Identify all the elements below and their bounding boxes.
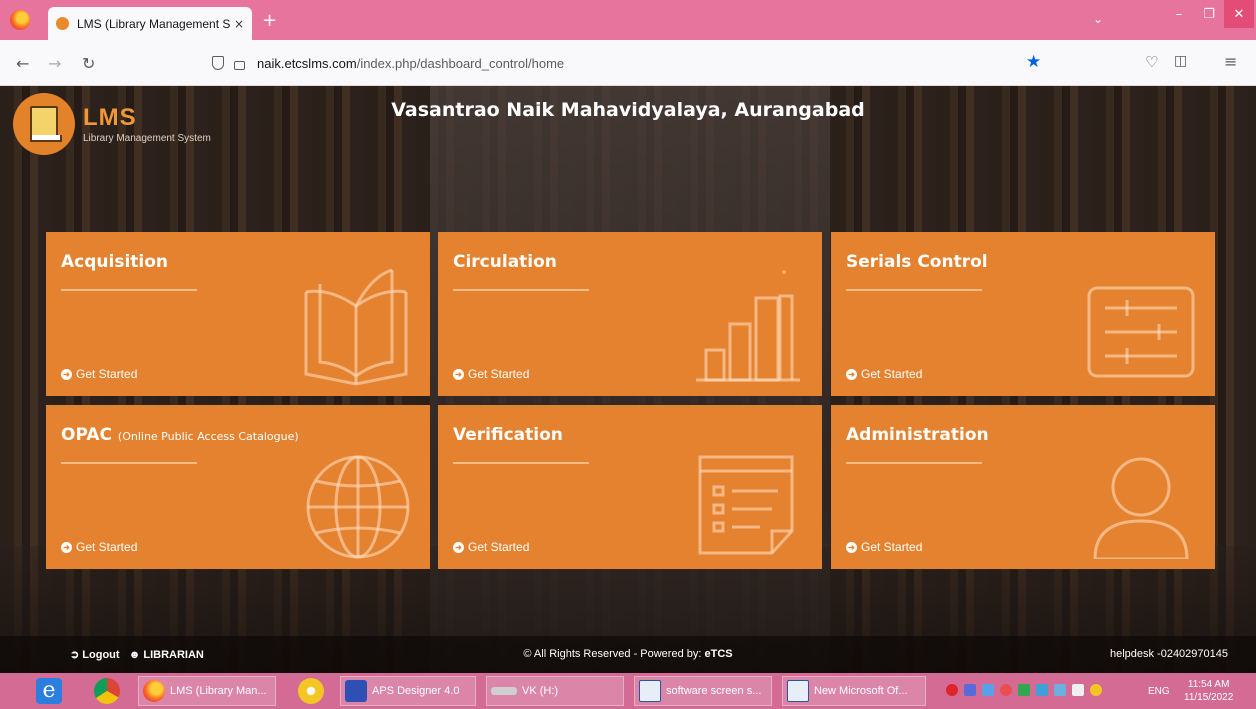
favicon-icon — [56, 17, 69, 30]
bar-chart-icon — [696, 270, 800, 382]
reload-icon[interactable]: ↻ — [82, 54, 95, 73]
clock-time: 11:54 AM — [1187, 679, 1230, 690]
tile-circulation[interactable]: Circulation ➜ Get Started — [438, 232, 822, 396]
get-started-link[interactable]: ➜ Get Started — [61, 540, 137, 554]
arrow-circle-icon: ➜ — [61, 541, 72, 553]
taskbar-drive[interactable]: VK (H:) — [486, 676, 624, 706]
list-tabs-icon[interactable]: ⌄ — [1093, 12, 1103, 26]
reader-view-icon[interactable]: ◫ — [1174, 53, 1187, 69]
get-started-link[interactable]: ➜ Get Started — [846, 367, 922, 381]
aps-designer-icon — [345, 680, 367, 702]
taskbar-word-doc-1[interactable]: software screen s... — [634, 676, 772, 706]
tile-title: Verification — [453, 425, 563, 445]
user-icon — [1093, 457, 1189, 559]
forward-icon[interactable]: → — [48, 54, 61, 73]
tray-volume-icon[interactable] — [1072, 684, 1084, 696]
windows-taskbar: e LMS (Library Man... APS Designer 4.0 V… — [0, 673, 1256, 709]
tile-title: Administration — [846, 425, 989, 445]
tray-user-icon[interactable] — [1090, 684, 1102, 696]
url-text: naik.etcslms.com/index.php/dashboard_con… — [257, 56, 564, 71]
tile-serials-control[interactable]: Serials Control ➜ Get Started — [831, 232, 1215, 396]
browser-tab-bar: LMS (Library Management Syst… × + ⌄ – ❐ … — [0, 0, 1256, 40]
checklist-icon — [698, 455, 794, 555]
open-book-icon — [304, 268, 408, 386]
helpdesk-text: helpdesk -02402970145 — [1109, 648, 1228, 660]
minimize-icon[interactable]: – — [1164, 0, 1194, 28]
tile-title: Circulation — [453, 252, 557, 272]
firefox-menu-icon[interactable] — [10, 10, 30, 30]
arrow-circle-icon: ➜ — [453, 368, 464, 380]
chrome-icon[interactable] — [94, 678, 120, 704]
url-path: /index.php/dashboard_control/home — [356, 55, 565, 71]
tracking-protection-icon[interactable] — [212, 56, 224, 70]
arrow-circle-icon: ➜ — [61, 368, 72, 380]
tab-title: LMS (Library Management Syst… — [77, 16, 230, 31]
taskbar-aps-designer[interactable]: APS Designer 4.0 — [340, 676, 476, 706]
get-started-link[interactable]: ➜ Get Started — [453, 540, 529, 554]
disc-icon[interactable] — [298, 678, 324, 704]
tray-display-icon[interactable] — [1054, 684, 1066, 696]
restore-icon[interactable]: ❐ — [1194, 0, 1224, 28]
drive-icon — [491, 687, 517, 695]
firefox-icon — [143, 680, 165, 702]
get-started-link[interactable]: ➜ Get Started — [846, 540, 922, 554]
tab-close-icon[interactable]: × — [234, 17, 244, 31]
college-name: Vasantrao Naik Mahavidyalaya, Aurangabad — [391, 99, 865, 121]
taskbar-word-doc-2[interactable]: New Microsoft Of... — [782, 676, 926, 706]
connection-lock-icon[interactable] — [234, 60, 245, 70]
get-started-link[interactable]: ➜ Get Started — [61, 367, 137, 381]
get-started-link[interactable]: ➜ Get Started — [453, 367, 529, 381]
clock-date: 11/15/2022 — [1184, 692, 1234, 703]
navigation-bar: ← → ↻ naik.etcslms.com/index.php/dashboa… — [0, 40, 1256, 86]
address-bar[interactable]: naik.etcslms.com/index.php/dashboard_con… — [212, 48, 1052, 78]
language-indicator[interactable]: ENG — [1148, 686, 1170, 697]
tray-app-icon[interactable] — [1000, 684, 1012, 696]
dashboard-page: LMS Library Management System Vasantrao … — [0, 86, 1256, 673]
word-icon — [787, 680, 809, 702]
tray-network-icon[interactable] — [982, 684, 994, 696]
taskbar-firefox-lms[interactable]: LMS (Library Man... — [138, 676, 276, 706]
pocket-icon[interactable]: ♡ — [1145, 53, 1158, 71]
tile-opac[interactable]: OPAC (Online Public Access Catalogue) ➜ G… — [46, 405, 430, 569]
tile-administration[interactable]: Administration ➜ Get Started — [831, 405, 1215, 569]
internet-explorer-icon[interactable]: e — [36, 678, 62, 704]
tile-title-sub: (Online Public Access Catalogue) — [117, 430, 299, 443]
globe-icon — [306, 455, 410, 559]
tray-sync-icon[interactable] — [1036, 684, 1048, 696]
copyright-text: © All Rights Reserved - Powered by: eTCS — [523, 648, 733, 660]
browser-tab[interactable]: LMS (Library Management Syst… × — [48, 7, 252, 40]
app-menu-icon[interactable]: ≡ — [1224, 52, 1237, 71]
sliders-icon — [1087, 286, 1195, 378]
powered-brand: eTCS — [704, 648, 733, 660]
tile-title: OPAC (Online Public Access Catalogue) — [61, 425, 299, 445]
tray-vivaldi-icon[interactable] — [946, 684, 958, 696]
page-footer: ➲ Logout ☻ LIBRARIAN © All Rights Reserv… — [0, 636, 1256, 673]
url-domain: naik.etcslms.com — [257, 55, 357, 71]
logo-subtitle: Library Management System — [83, 133, 211, 144]
bookmark-star-icon[interactable]: ★ — [1026, 52, 1041, 72]
close-window-icon[interactable]: ✕ — [1224, 0, 1254, 28]
arrow-circle-icon: ➜ — [846, 541, 857, 553]
tile-title-main: OPAC — [61, 425, 112, 445]
tile-verification[interactable]: Verification ➜ Get Started — [438, 405, 822, 569]
taskbar-clock[interactable]: 11:54 AM 11/15/2022 — [1184, 678, 1233, 704]
word-icon — [639, 680, 661, 702]
tile-acquisition[interactable]: Acquisition ➜ Get Started — [46, 232, 430, 396]
tile-title: Acquisition — [61, 252, 169, 272]
arrow-circle-icon: ➜ — [453, 541, 464, 553]
tray-flag-icon[interactable] — [964, 684, 976, 696]
system-tray — [946, 684, 1102, 696]
new-tab-button[interactable]: + — [262, 10, 277, 31]
tile-title: Serials Control — [846, 252, 988, 272]
arrow-circle-icon: ➜ — [846, 368, 857, 380]
tray-q-icon[interactable] — [1018, 684, 1030, 696]
back-icon[interactable]: ← — [16, 54, 29, 73]
